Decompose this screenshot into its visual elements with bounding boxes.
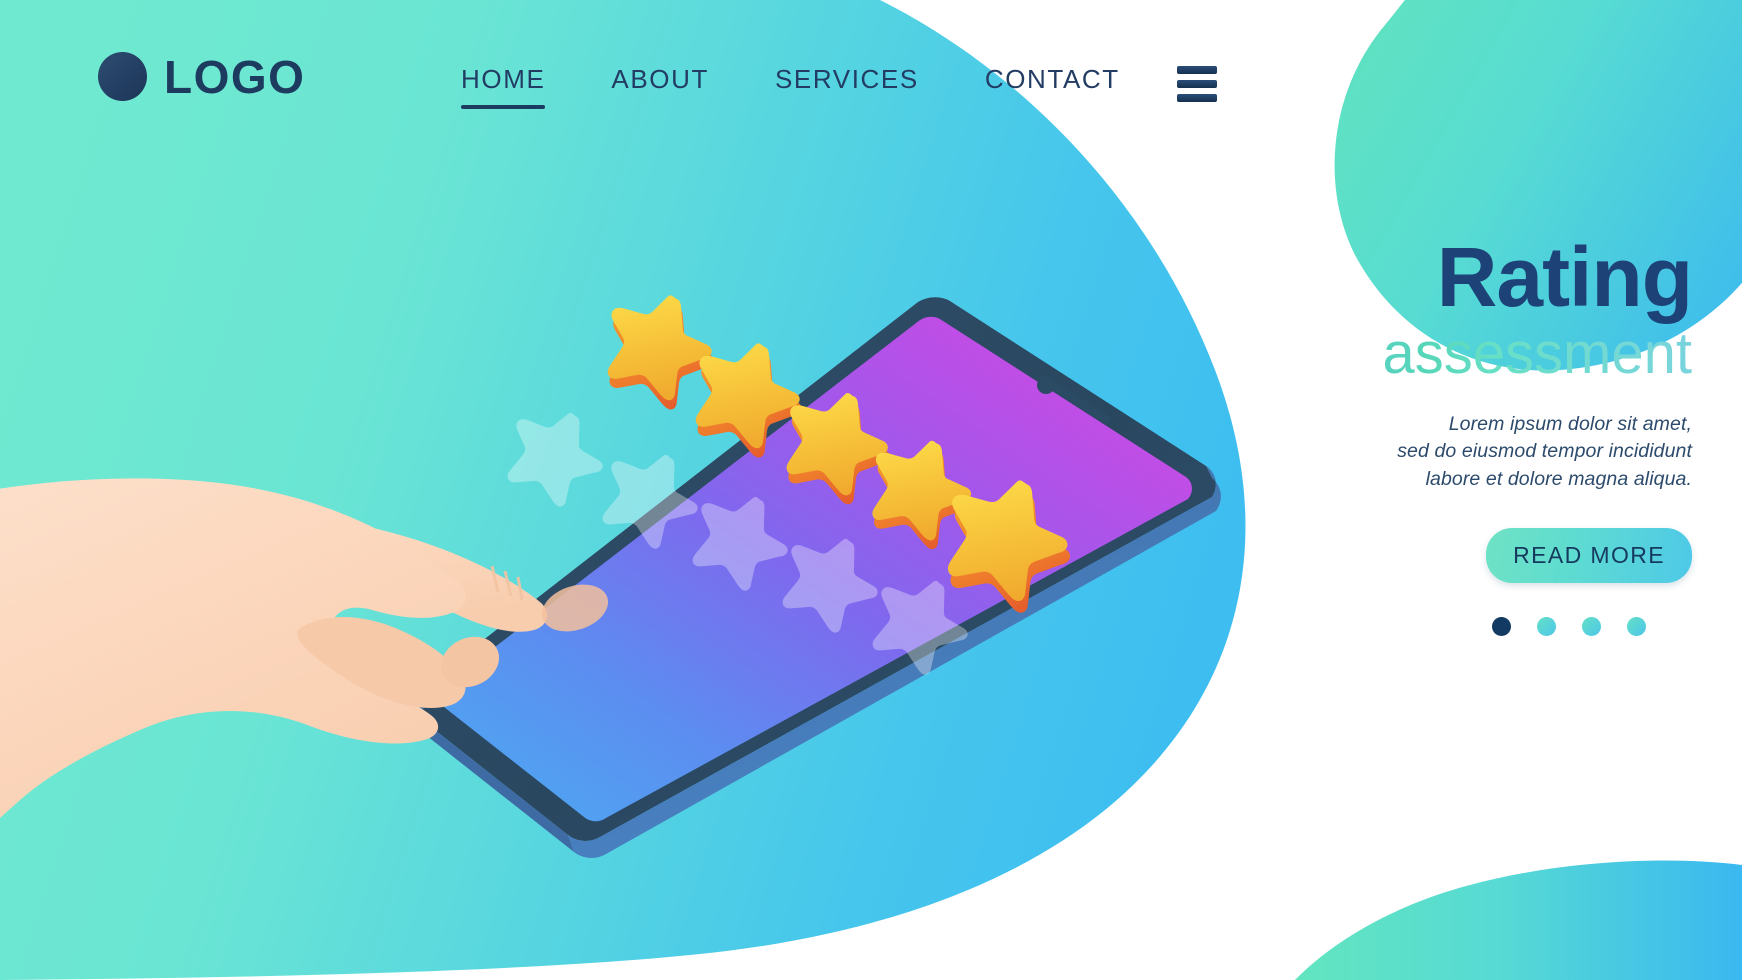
carousel-dot-4[interactable]: [1627, 616, 1646, 636]
cta-row: READ MORE: [1262, 527, 1692, 583]
hero-paragraph-line-3: labore et dolore magna aliqua.: [1425, 468, 1692, 491]
hamburger-menu-icon[interactable]: [1175, 62, 1219, 106]
nav-item-about[interactable]: ABOUT: [578, 58, 742, 109]
hero-paragraph-line-1: Lorem ipsum dolor sit amet,: [1448, 412, 1692, 435]
hero-paragraph-line-2: sed do eiusmod tempor incididunt: [1397, 440, 1692, 463]
bottom-right-blob: [1295, 860, 1742, 980]
nav-item-home[interactable]: HOME: [428, 58, 578, 109]
carousel-dots: [1262, 616, 1692, 636]
page-subtitle: assessment: [1262, 323, 1692, 385]
carousel-dot-1[interactable]: [1492, 616, 1511, 636]
page-title: Rating: [1436, 230, 1693, 324]
brand-logo[interactable]: LOGO: [98, 52, 305, 101]
landing-page-canvas: LOGO HOME ABOUT SERVICES CONTACT Rating …: [0, 0, 1742, 980]
hamburger-bar-3: [1176, 93, 1217, 102]
site-header: LOGO HOME ABOUT SERVICES CONTACT: [0, 0, 1742, 150]
hamburger-bar-2: [1176, 79, 1217, 88]
carousel-dot-3[interactable]: [1582, 616, 1601, 636]
circle-logo-mark-icon: [98, 52, 147, 101]
hero-text-panel: Rating assessment Lorem ipsum dolor sit …: [1262, 230, 1693, 636]
hero-paragraph: Lorem ipsum dolor sit amet, sed do eiusm…: [1262, 411, 1692, 494]
brand-name: LOGO: [164, 50, 306, 103]
nav-item-contact[interactable]: CONTACT: [952, 58, 1153, 109]
nav-item-services[interactable]: SERVICES: [742, 58, 952, 109]
hamburger-bar-1: [1176, 65, 1217, 74]
carousel-dot-2[interactable]: [1537, 616, 1556, 636]
main-navigation: HOME ABOUT SERVICES CONTACT: [428, 58, 1219, 109]
read-more-button[interactable]: READ MORE: [1486, 527, 1692, 583]
